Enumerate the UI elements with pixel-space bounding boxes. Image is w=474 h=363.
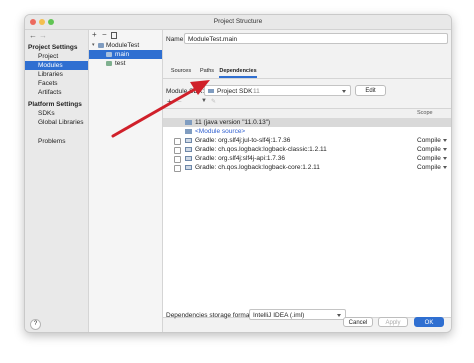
annotation-arrow xyxy=(111,80,210,138)
annotation-arrow-head xyxy=(190,80,210,95)
annotation-arrow-shaft xyxy=(111,86,199,138)
